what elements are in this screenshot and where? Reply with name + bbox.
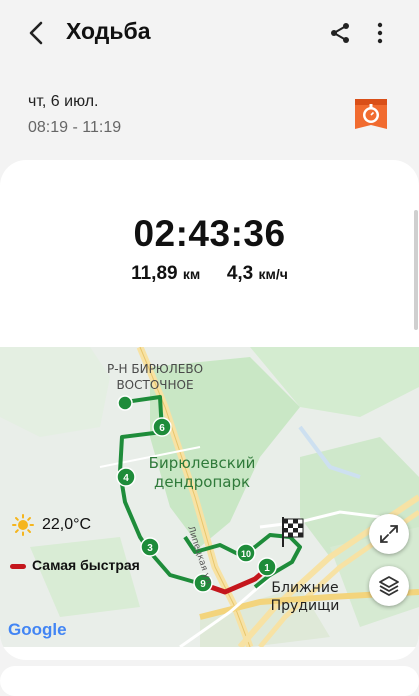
layers-button[interactable]	[369, 566, 409, 606]
district-label-2: ВОСТОЧНОЕ	[116, 378, 193, 392]
route-marker-1[interactable]: 1	[257, 557, 277, 577]
route-marker-3[interactable]: 3	[140, 537, 160, 557]
start-marker	[117, 395, 133, 411]
workout-date: чт, 6 июл.	[28, 93, 99, 110]
workout-stats: 11,89 км 4,3 км/ч	[0, 263, 419, 285]
district-label-1: Р-Н БИРЮЛЕВО	[107, 362, 203, 376]
fullscreen-button[interactable]	[369, 514, 409, 554]
page-title: Ходьба	[66, 18, 151, 44]
village-label-1: Ближние	[271, 580, 338, 596]
svg-text:4: 4	[123, 473, 129, 484]
svg-text:6: 6	[159, 423, 165, 434]
google-logo: Google	[8, 620, 67, 639]
workout-duration: 02:43:36	[133, 213, 286, 254]
share-icon[interactable]	[328, 21, 352, 45]
back-arrow-icon[interactable]	[24, 20, 50, 46]
svg-text:3: 3	[147, 543, 153, 554]
workout-summary-card: 02:43:36 11,89 км 4,3 км/ч 1 3 4 6 9 10 …	[0, 160, 419, 660]
map-canvas: 1 3 4 6 9 10 Р-Н БИРЮЛЕВО ВОСТОЧНОЕ Бирю…	[0, 347, 419, 647]
sun-icon	[12, 514, 34, 536]
expand-icon	[380, 525, 398, 543]
park-label-1: Бирюлевский	[149, 454, 256, 472]
temperature: 22,0°C	[42, 516, 92, 533]
svg-text:10: 10	[241, 549, 251, 559]
layers-icon	[379, 576, 399, 596]
village-label-2: Прудищи	[271, 598, 340, 614]
park-label-2: дендропарк	[154, 473, 250, 491]
route-map[interactable]: 1 3 4 6 9 10 Р-Н БИРЮЛЕВО ВОСТОЧНОЕ Бирю…	[0, 347, 419, 647]
more-vert-icon[interactable]	[368, 21, 392, 45]
workout-time-range: 08:19 - 11:19	[28, 119, 122, 136]
route-marker-10[interactable]: 10	[236, 543, 256, 563]
workout-badge-icon	[355, 99, 387, 129]
distance-value: 11,89	[131, 263, 178, 284]
speed-value: 4,3	[226, 263, 254, 284]
legend-swatch	[10, 563, 26, 569]
svg-text:1: 1	[264, 563, 270, 574]
scroll-indicator	[414, 210, 418, 330]
speed-unit: км/ч	[258, 266, 288, 282]
next-card	[0, 666, 419, 696]
distance-unit: км	[182, 266, 201, 282]
legend-fastest-label: Самая быстрая	[32, 557, 140, 573]
route-marker-4[interactable]: 4	[116, 467, 136, 487]
legend-fastest: Самая быстрая	[10, 557, 140, 573]
route-marker-6[interactable]: 6	[152, 417, 172, 437]
top-bar: Ходьба	[0, 0, 419, 70]
